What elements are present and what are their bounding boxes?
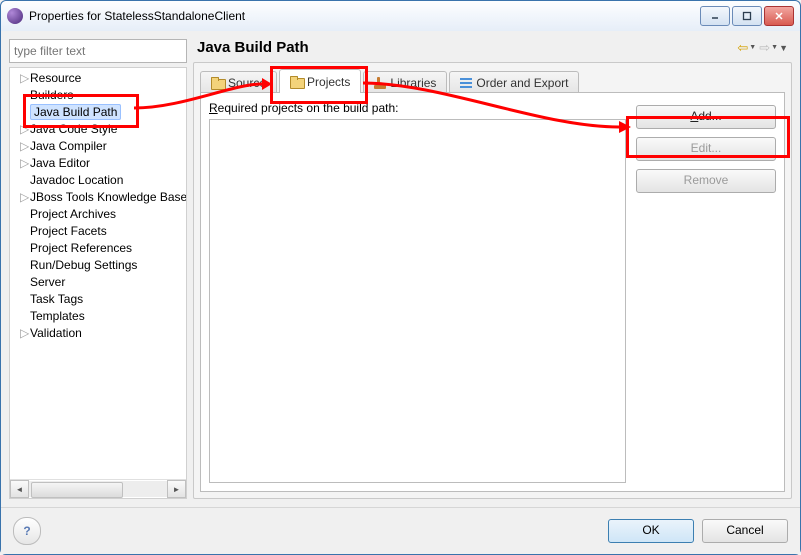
nav-forward-menu-icon[interactable]: ▼: [771, 44, 778, 51]
titlebar[interactable]: Properties for StatelessStandaloneClient: [1, 1, 800, 32]
tree-item-label: Validation: [30, 326, 82, 340]
remove-button: Remove: [636, 169, 776, 193]
tree-item-label: Project Archives: [30, 207, 116, 221]
tree-item-label: Java Code Style: [30, 122, 117, 136]
tree-item-label: Run/Debug Settings: [30, 258, 137, 272]
tree-item-label: Task Tags: [30, 292, 83, 306]
filter-box: [9, 39, 187, 63]
projects-tab-area: Required projects on the build path: Add…: [200, 92, 785, 492]
filter-input[interactable]: [10, 40, 186, 62]
tab-order-export-label: Order and Export: [476, 76, 568, 90]
tree-item-java-code-style[interactable]: ▷Java Code Style: [12, 121, 186, 138]
tree-item-resource[interactable]: ▷Resource: [12, 70, 186, 87]
main-panel: Java Build Path ⇦▼ ⇨▼ ▼ Source: [193, 39, 792, 499]
tree-item-label: Javadoc Location: [30, 173, 123, 187]
tree-hscrollbar[interactable]: ◄ ►: [10, 479, 186, 498]
tab-order-export[interactable]: Order and Export: [449, 71, 579, 93]
scroll-track[interactable]: [29, 481, 167, 497]
required-projects-label: Required projects on the build path:: [209, 101, 626, 115]
sidebar: ▷ResourceBuildersJava Build Path▷Java Co…: [9, 39, 187, 499]
tree-item-project-archives[interactable]: Project Archives: [12, 206, 186, 223]
tree-item-server[interactable]: Server: [12, 274, 186, 291]
tree-item-label: Project Facets: [30, 224, 107, 238]
help-button[interactable]: ?: [13, 517, 41, 545]
build-path-tabs: Source Projects Libraries Order and: [200, 69, 785, 93]
tab-projects-label: Projects: [307, 75, 350, 89]
cancel-button[interactable]: Cancel: [702, 519, 788, 543]
tree-item-builders[interactable]: Builders: [12, 87, 186, 104]
expand-arrow-icon[interactable]: ▷: [20, 155, 30, 172]
tree-item-validation[interactable]: ▷Validation: [12, 325, 186, 342]
edit-button: Edit...: [636, 137, 776, 161]
tree-item-label: Templates: [30, 309, 85, 323]
tree-item-label: Server: [30, 275, 65, 289]
order-export-icon: [460, 78, 472, 88]
tree-item-run-debug-settings[interactable]: Run/Debug Settings: [12, 257, 186, 274]
eclipse-icon: [7, 8, 23, 24]
expand-arrow-icon[interactable]: ▷: [20, 121, 30, 138]
tree-item-jboss-tools-knowledge-base[interactable]: ▷JBoss Tools Knowledge Base: [12, 189, 186, 206]
tree-item-javadoc-location[interactable]: Javadoc Location: [12, 172, 186, 189]
tree-item-label: Project References: [30, 241, 132, 255]
properties-dialog: Properties for StatelessStandaloneClient…: [0, 0, 801, 555]
tree-item-project-references[interactable]: Project References: [12, 240, 186, 257]
dialog-footer: ? OK Cancel: [1, 507, 800, 554]
page-toolbar: ⇦▼ ⇨▼ ▼: [737, 40, 788, 56]
ok-button[interactable]: OK: [608, 519, 694, 543]
nav-forward-icon: ⇨: [759, 40, 770, 56]
folder-icon: [211, 77, 224, 88]
tab-projects[interactable]: Projects: [279, 69, 361, 93]
tab-source-label: Source: [228, 76, 266, 90]
scroll-right-button[interactable]: ►: [167, 480, 186, 498]
nav-back-icon[interactable]: ⇦: [737, 40, 748, 56]
library-icon: [374, 77, 386, 89]
required-projects-list[interactable]: [209, 119, 626, 483]
tree-item-label: Resource: [30, 71, 81, 85]
expand-arrow-icon[interactable]: ▷: [20, 189, 30, 206]
folder-icon: [290, 76, 303, 87]
tree-item-java-editor[interactable]: ▷Java Editor: [12, 155, 186, 172]
minimize-button[interactable]: [700, 6, 730, 26]
category-tree[interactable]: ▷ResourceBuildersJava Build Path▷Java Co…: [10, 68, 186, 479]
tree-item-project-facets[interactable]: Project Facets: [12, 223, 186, 240]
tree-item-templates[interactable]: Templates: [12, 308, 186, 325]
expand-arrow-icon[interactable]: ▷: [20, 70, 30, 87]
expand-arrow-icon[interactable]: ▷: [20, 138, 30, 155]
tree-item-label: Java Build Path: [30, 104, 121, 120]
tree-item-label: Java Editor: [30, 156, 90, 170]
maximize-button[interactable]: [732, 6, 762, 26]
tree-item-label: Java Compiler: [30, 139, 107, 153]
page-title: Java Build Path: [197, 39, 309, 56]
tree-item-task-tags[interactable]: Task Tags: [12, 291, 186, 308]
tree-item-java-build-path[interactable]: Java Build Path: [12, 104, 186, 121]
tab-libraries-label: Libraries: [390, 76, 436, 90]
tab-libraries[interactable]: Libraries: [363, 71, 447, 93]
scroll-left-button[interactable]: ◄: [10, 480, 29, 498]
view-menu-icon[interactable]: ▼: [779, 43, 788, 53]
add-button[interactable]: Add...: [636, 105, 776, 129]
tree-item-java-compiler[interactable]: ▷Java Compiler: [12, 138, 186, 155]
scroll-thumb[interactable]: [31, 482, 123, 498]
window-title: Properties for StatelessStandaloneClient: [29, 9, 700, 23]
tab-source[interactable]: Source: [200, 71, 277, 93]
tree-item-label: Builders: [30, 88, 73, 102]
nav-back-menu-icon[interactable]: ▼: [749, 44, 756, 51]
close-button[interactable]: [764, 6, 794, 26]
tree-item-label: JBoss Tools Knowledge Base: [30, 190, 186, 204]
expand-arrow-icon[interactable]: ▷: [20, 325, 30, 342]
